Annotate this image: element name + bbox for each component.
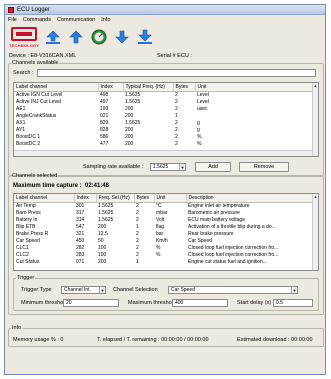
- table-row[interactable]: Battery In 314 1.5625 2 Volt ECU main battery…: [14, 216, 318, 223]
- channels-available-legend: Channels available: [12, 60, 59, 66]
- table-row[interactable]: BoostDC 1 586 200 2%: [14, 133, 318, 140]
- device-row: Device : E8-V316CAN.XML Serial # ECU :: [9, 53, 321, 59]
- table-row[interactable]: Active IGN Cut Level 498 1.5625 2 Level: [14, 91, 318, 98]
- table-row[interactable]: Car Speed 450 50 2 Km/h Car Speed: [14, 237, 318, 244]
- app-icon: [8, 6, 14, 13]
- chevron-down-icon: ▼: [99, 287, 105, 293]
- upload-icon[interactable]: [44, 28, 62, 46]
- table-row[interactable]: AngleCrankStatus 021 200 1: [14, 112, 318, 119]
- upload-alt-icon[interactable]: [67, 28, 85, 46]
- table-row[interactable]: Active INJ Cut Level 497 1.5625 2 Level: [14, 98, 318, 105]
- download-alt-icon[interactable]: [136, 28, 154, 46]
- start-delay-label: Start delay (s): [237, 300, 272, 306]
- remove-button[interactable]: Remove: [239, 162, 289, 172]
- sampling-rate-select[interactable]: 1.5625 ▼: [150, 163, 186, 171]
- chevron-down-icon: ▼: [179, 164, 185, 170]
- min-threshold-input[interactable]: 20: [63, 299, 119, 307]
- available-vertical-scrollbar[interactable]: ▲: [312, 83, 318, 156]
- menu-communication[interactable]: Communication: [57, 17, 95, 23]
- col-bytes[interactable]: Bytes: [173, 83, 196, 92]
- time-elapsed-remaining: T. elapsed / T. remaining : 00:00:00 / 0…: [97, 337, 209, 343]
- table-row[interactable]: Baro Press 317 1.5625 2 mbar Barometric air p…: [14, 209, 318, 216]
- memory-usage: Memory usage % : 0: [13, 337, 64, 343]
- selected-vertical-scrollbar[interactable]: ▲: [312, 194, 318, 270]
- table-row[interactable]: AX1 829 1.5625 2 g: [14, 119, 318, 126]
- min-threshold-label: Minimum threshold: [21, 300, 68, 306]
- channel-selection-select[interactable]: Car Speed ▼: [168, 286, 298, 294]
- add-button[interactable]: Add: [195, 162, 231, 172]
- table-row[interactable]: BoostDC 2 477 200 2%: [14, 140, 318, 147]
- table-row[interactable]: Brake Press R 321 12.5 2 bar Rear brake press…: [14, 230, 318, 237]
- available-channels-table: Label channel Index Typical Freq. (Hz) B…: [13, 82, 319, 157]
- max-capture-label: Maximum time capture :: [13, 183, 82, 189]
- window-title: ECU Logger: [17, 6, 51, 13]
- col-index[interactable]: Index: [98, 83, 124, 92]
- table-row[interactable]: Blip ETB 547 200 1 flag Activation of a throt…: [14, 223, 318, 230]
- col-label-channel[interactable]: Label channel: [14, 83, 99, 92]
- table-row[interactable]: AY1 828 200 2 g: [14, 126, 318, 133]
- start-delay-input[interactable]: 0.5: [273, 299, 313, 307]
- col-bytes[interactable]: Bytes: [134, 194, 155, 203]
- download-icon[interactable]: [113, 28, 131, 46]
- search-input[interactable]: [37, 69, 316, 77]
- col-unit[interactable]: Unit: [195, 83, 318, 92]
- table-row[interactable]: CLC1 282 100 2% Closed loop fuel injection c…: [14, 244, 318, 251]
- col-index[interactable]: Index: [74, 194, 97, 203]
- menu-file[interactable]: File: [8, 17, 17, 23]
- title-bar: ECU Logger: [5, 5, 325, 15]
- available-horizontal-scrollbar[interactable]: [14, 150, 312, 156]
- channel-selection-label: Channel Selection: [113, 287, 158, 293]
- menu-bar: File Commands Communication Info: [5, 15, 325, 24]
- max-threshold-label: Maximum threshold: [128, 300, 176, 306]
- trigger-legend: Trigger: [17, 275, 35, 281]
- info-legend: Info: [12, 325, 22, 331]
- table-row[interactable]: AE1 199 200 2 usec: [14, 105, 318, 112]
- max-capture-value: 02:41:48: [85, 183, 110, 189]
- col-typical-freq[interactable]: Typical Freq. (Hz): [123, 83, 174, 92]
- menu-commands[interactable]: Commands: [23, 17, 51, 23]
- table-row[interactable]: Cut Status 071 200 1 Engine cut status fuel …: [14, 258, 318, 265]
- toolbar: TECHNOLOGY: [5, 24, 325, 50]
- search-label: Search :: [13, 70, 34, 76]
- col-unit[interactable]: Unit: [154, 194, 187, 203]
- trigger-type-label: Trigger Type: [21, 287, 52, 293]
- sampling-rate-label: Sampling rate available :: [83, 164, 144, 170]
- device-label: Device : E8-V316CAN.XML: [9, 53, 77, 59]
- table-row[interactable]: CLC2 283 100 2% Closed loop fuel injection c…: [14, 251, 318, 258]
- gauge-icon[interactable]: [90, 28, 108, 46]
- channels-selected-legend: Channels selected: [12, 173, 58, 179]
- chevron-down-icon: ▼: [291, 287, 297, 293]
- scroll-up-icon[interactable]: ▲: [313, 194, 318, 200]
- menu-info[interactable]: Info: [101, 17, 110, 23]
- col-label-channel[interactable]: Label channel: [14, 194, 75, 203]
- scroll-up-icon[interactable]: ▲: [313, 83, 318, 89]
- col-freq-sel[interactable]: Freq. Sel.(Hz): [96, 194, 135, 203]
- col-description[interactable]: Description: [186, 194, 318, 203]
- selected-channels-table: Label channel Index Freq. Sel.(Hz) Bytes…: [13, 193, 319, 271]
- table-row[interactable]: Air Temp 301 1.5625 2 °C Engine inlet air tem…: [14, 202, 318, 209]
- main-window: ECU Logger File Commands Communication I…: [4, 4, 326, 375]
- max-threshold-input[interactable]: 400: [172, 299, 228, 307]
- info-group: Info: [8, 325, 324, 347]
- brand-logo: TECHNOLOGY: [9, 25, 39, 49]
- serial-label: Serial # ECU :: [157, 53, 192, 59]
- trigger-type-select[interactable]: Channel Int. ▼: [61, 286, 106, 294]
- estimated-download: Estimated download : 00:00:00: [237, 337, 313, 343]
